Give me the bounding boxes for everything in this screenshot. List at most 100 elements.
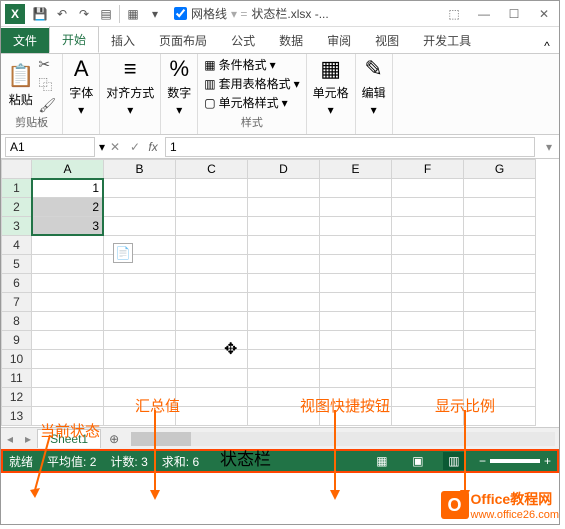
expand-formula-icon[interactable]: ▾	[539, 140, 559, 154]
gridlines-checkbox[interactable]	[174, 7, 187, 20]
zoom-slider[interactable]	[490, 459, 540, 463]
scrollbar-thumb[interactable]	[131, 432, 191, 446]
select-all-corner[interactable]	[2, 160, 32, 179]
group-font: A字体▾	[63, 54, 100, 134]
ribbon-options-icon[interactable]: ⬚	[439, 7, 469, 21]
format-painter-icon[interactable]: 🖌	[38, 97, 56, 114]
new-icon[interactable]: ▤	[95, 3, 117, 25]
row-header[interactable]: 8	[2, 312, 32, 331]
tab-view[interactable]: 视图	[363, 28, 411, 53]
name-box[interactable]	[5, 137, 95, 157]
cells-icon: ▦	[320, 56, 341, 82]
minimize-icon[interactable]: ―	[469, 7, 499, 21]
tab-home[interactable]: 开始	[49, 26, 99, 53]
tab-formulas[interactable]: 公式	[219, 28, 267, 53]
normal-view-icon[interactable]: ▦	[371, 452, 393, 470]
cursor-icon: ✥	[224, 339, 237, 359]
font-button[interactable]: A字体▾	[69, 56, 93, 117]
cancel-icon[interactable]: ✕	[105, 140, 125, 154]
row-header[interactable]: 11	[2, 369, 32, 388]
row-header[interactable]: 5	[2, 255, 32, 274]
tab-data[interactable]: 数据	[267, 28, 315, 53]
ribbon-tabs: 文件 开始 插入 页面布局 公式 数据 审阅 视图 开发工具 ^	[1, 27, 559, 53]
status-count: 计数: 3	[110, 453, 147, 470]
group-editing: ✎编辑▾	[356, 54, 393, 134]
cell-style-icon: ▢	[204, 96, 215, 110]
row-header[interactable]: 12	[2, 388, 32, 407]
cut-icon[interactable]: ✂	[38, 56, 50, 73]
table-format-button[interactable]: ▥套用表格格式▾	[204, 75, 299, 92]
cell-styles-button[interactable]: ▢单元格样式▾	[204, 94, 287, 111]
row-header[interactable]: 2	[2, 198, 32, 217]
tab-developer[interactable]: 开发工具	[411, 28, 483, 53]
align-button[interactable]: ≡对齐方式▾	[106, 56, 154, 117]
conditional-format-button[interactable]: ▦条件格式▾	[204, 56, 275, 73]
row-header[interactable]: 1	[2, 179, 32, 198]
sheet-nav-next-icon[interactable]: ▸	[19, 432, 37, 446]
enter-icon[interactable]: ✓	[125, 140, 145, 154]
row-header[interactable]: 3	[2, 217, 32, 236]
ribbon: 📋 粘贴 ✂ ⿻ 🖌 剪贴板 A字体▾ ≡对齐方式▾ %数字▾	[1, 53, 559, 135]
row-header[interactable]: 13	[2, 407, 32, 426]
status-sum: 求和: 6	[162, 453, 199, 470]
copy-icon[interactable]: ⿻	[38, 75, 52, 95]
status-ready: 就绪	[9, 453, 33, 470]
close-icon[interactable]: ✕	[529, 7, 559, 21]
tab-review[interactable]: 审阅	[315, 28, 363, 53]
title-area: 网格线 ▾ = 状态栏.xlsx -...	[166, 5, 439, 22]
zoom-in-icon[interactable]: +	[544, 454, 551, 468]
col-header[interactable]: F	[392, 160, 464, 179]
row-header[interactable]: 6	[2, 274, 32, 293]
paste-icon: 📋	[7, 63, 34, 89]
col-header[interactable]: D	[248, 160, 320, 179]
sheet-tab[interactable]: Sheet1	[37, 429, 101, 448]
cell[interactable]: 3	[32, 217, 104, 236]
paste-button[interactable]: 📋 粘贴	[7, 63, 34, 108]
add-sheet-icon[interactable]: ⊕	[101, 432, 127, 446]
sheet-nav-prev-icon[interactable]: ◂	[1, 432, 19, 446]
page-layout-view-icon[interactable]: ▣	[407, 452, 429, 470]
grid-toggle-icon[interactable]: ▦	[122, 3, 144, 25]
row-header[interactable]: 10	[2, 350, 32, 369]
page-break-view-icon[interactable]: ▥	[443, 452, 465, 470]
worksheet-grid[interactable]: A B C D E F G 11 22 33 4 5 6 7 8 9 10 11…	[1, 159, 559, 427]
formula-bar[interactable]	[165, 137, 535, 157]
col-header[interactable]: B	[104, 160, 176, 179]
group-clipboard: 📋 粘贴 ✂ ⿻ 🖌 剪贴板	[1, 54, 63, 134]
col-header[interactable]: E	[320, 160, 392, 179]
group-label: 剪贴板	[15, 114, 48, 132]
status-average: 平均值: 2	[47, 453, 96, 470]
tab-insert[interactable]: 插入	[99, 28, 147, 53]
paste-options-icon[interactable]: 📄	[113, 243, 133, 263]
save-icon[interactable]: 💾	[29, 3, 51, 25]
row-header[interactable]: 7	[2, 293, 32, 312]
fx-icon[interactable]: fx	[145, 140, 161, 154]
horizontal-scrollbar[interactable]	[131, 432, 555, 446]
font-icon: A	[74, 56, 89, 82]
maximize-icon[interactable]: ☐	[499, 7, 529, 21]
undo-icon[interactable]: ↶	[51, 3, 73, 25]
cell[interactable]: 2	[32, 198, 104, 217]
number-button[interactable]: %数字▾	[167, 56, 191, 117]
col-header[interactable]: A	[32, 160, 104, 179]
quick-access-toolbar: X 💾 ↶ ↷ ▤ ▦ ▾ 网格线 ▾ = 状态栏.xlsx -... ⬚ ― …	[1, 1, 559, 27]
group-styles: ▦条件格式▾ ▥套用表格格式▾ ▢单元格样式▾ 样式	[198, 54, 306, 134]
redo-icon[interactable]: ↷	[73, 3, 95, 25]
row-header[interactable]: 9	[2, 331, 32, 350]
zoom-out-icon[interactable]: −	[479, 454, 486, 468]
editing-button[interactable]: ✎编辑▾	[362, 56, 386, 117]
tab-layout[interactable]: 页面布局	[147, 28, 219, 53]
zoom-control[interactable]: − +	[479, 454, 551, 468]
collapse-ribbon-icon[interactable]: ^	[535, 39, 559, 53]
tab-file[interactable]: 文件	[1, 28, 49, 53]
chevron-down-icon[interactable]: ▾	[144, 3, 166, 25]
cells-button[interactable]: ▦单元格▾	[313, 56, 349, 117]
row-header[interactable]: 4	[2, 236, 32, 255]
group-number: %数字▾	[161, 54, 198, 134]
cell[interactable]: 1	[32, 179, 104, 198]
col-header[interactable]: G	[464, 160, 536, 179]
group-alignment: ≡对齐方式▾	[100, 54, 161, 134]
watermark-title: Office教程网	[471, 489, 559, 509]
group-label: 样式	[241, 114, 263, 132]
col-header[interactable]: C	[176, 160, 248, 179]
